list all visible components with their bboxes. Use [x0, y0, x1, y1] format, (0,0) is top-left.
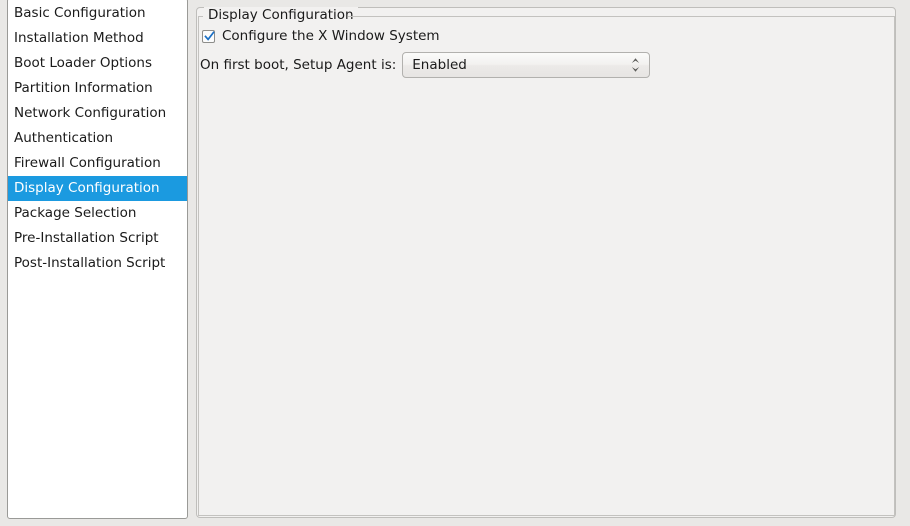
- sidebar-item-firewall-configuration[interactable]: Firewall Configuration: [8, 151, 187, 176]
- sidebar-item-display-configuration[interactable]: Display Configuration: [8, 176, 187, 201]
- sidebar-item-boot-loader-options[interactable]: Boot Loader Options: [8, 51, 187, 76]
- sidebar-item-pre-installation-script[interactable]: Pre-Installation Script: [8, 226, 187, 251]
- sidebar-item-label: Basic Configuration: [14, 5, 146, 21]
- sidebar-item-label: Installation Method: [14, 30, 144, 46]
- setup-agent-row: On first boot, Setup Agent is: Enabled: [200, 52, 651, 78]
- sidebar-item-installation-method[interactable]: Installation Method: [8, 26, 187, 51]
- display-configuration-groupbox: Display Configuration Configure the X Wi…: [198, 7, 895, 516]
- sidebar-item-label: Package Selection: [14, 205, 137, 221]
- chevron-up-down-icon: [632, 58, 640, 72]
- sidebar-item-label: Display Configuration: [14, 180, 160, 196]
- checkmark-icon: [204, 30, 215, 41]
- sidebar-item-label: Network Configuration: [14, 105, 167, 121]
- sidebar-item-package-selection[interactable]: Package Selection: [8, 201, 187, 226]
- sidebar-item-basic-configuration[interactable]: Basic Configuration: [8, 1, 187, 26]
- sidebar-item-label: Pre-Installation Script: [14, 230, 159, 246]
- sidebar-item-label: Firewall Configuration: [14, 155, 161, 171]
- sidebar-item-label: Partition Information: [14, 80, 153, 96]
- checkbox-box[interactable]: [202, 29, 215, 43]
- sidebar-item-post-installation-script[interactable]: Post-Installation Script: [8, 251, 187, 276]
- sidebar-item-label: Boot Loader Options: [14, 55, 152, 71]
- sidebar-item-partition-information[interactable]: Partition Information: [8, 76, 187, 101]
- configuration-section-list[interactable]: Basic Configuration Installation Method …: [7, 0, 188, 519]
- setup-agent-label: On first boot, Setup Agent is:: [200, 57, 397, 73]
- sidebar-item-label: Authentication: [14, 130, 114, 146]
- sidebar-list: Basic Configuration Installation Method …: [8, 1, 187, 276]
- sidebar-item-network-configuration[interactable]: Network Configuration: [8, 101, 187, 126]
- groupbox-title: Display Configuration: [204, 7, 358, 24]
- configure-x-window-system-checkbox[interactable]: Configure the X Window System: [202, 28, 440, 44]
- display-configuration-panel: Display Configuration Configure the X Wi…: [196, 7, 896, 518]
- sidebar-item-authentication[interactable]: Authentication: [8, 126, 187, 151]
- setup-agent-dropdown[interactable]: Enabled: [402, 52, 651, 78]
- checkbox-label: Configure the X Window System: [222, 28, 440, 44]
- sidebar-item-label: Post-Installation Script: [14, 255, 166, 271]
- setup-agent-selected-value: Enabled: [412, 57, 467, 73]
